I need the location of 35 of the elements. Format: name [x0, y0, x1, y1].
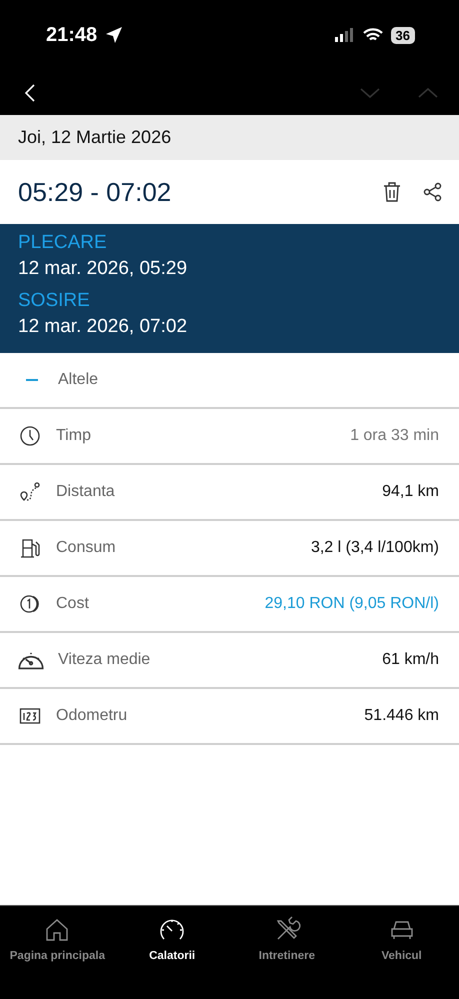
departure-value: 12 mar. 2026, 05:29 [18, 257, 188, 281]
stat-value: 51.446 km [364, 707, 439, 725]
stat-label: Distanta [56, 483, 116, 501]
tab[interactable]: Intretinere [230, 916, 344, 964]
arrival-value: 12 mar. 2026, 07:02 [18, 315, 188, 339]
location-arrow-icon [105, 26, 124, 44]
stat-value: 29,10 RON (9,05 RON/l) [264, 595, 439, 613]
tab[interactable]: Vehicul [344, 916, 459, 964]
speedometer-icon [18, 650, 44, 670]
clock-icon [18, 424, 42, 448]
status-time: 21:48 [46, 24, 98, 46]
date-header: Joi, 12 Martie 2026 [0, 115, 459, 160]
stat-value: 3,2 l (3,4 l/100km) [310, 539, 439, 557]
battery-level: 36 [390, 26, 415, 44]
category-label: Altele [58, 371, 100, 389]
trash-icon [383, 182, 401, 202]
stat-label: Odometru [56, 707, 128, 725]
dash-icon [26, 379, 38, 381]
stat-value: 1 ora 33 min [350, 427, 439, 445]
stat-label: Timp [56, 427, 92, 445]
departure-label: PLECARE [18, 231, 108, 255]
signal-icon [334, 28, 355, 42]
share-button[interactable] [423, 182, 443, 202]
tab[interactable]: Pagina principala [0, 916, 115, 964]
stat-value: 61 km/h [382, 651, 439, 669]
share-icon [423, 182, 443, 202]
tab[interactable]: Calatorii [114, 916, 230, 964]
trip-time-range: 05:29 - 07:02 [18, 176, 172, 208]
stat-label: Consum [56, 539, 117, 557]
delete-button[interactable] [383, 182, 401, 202]
stat-value: 94,1 km [382, 483, 439, 501]
stat-label: Cost [56, 595, 90, 613]
stat-label: Viteza medie [58, 651, 152, 669]
arrival-label: SOSIRE [18, 289, 91, 313]
wifi-icon [362, 28, 383, 42]
